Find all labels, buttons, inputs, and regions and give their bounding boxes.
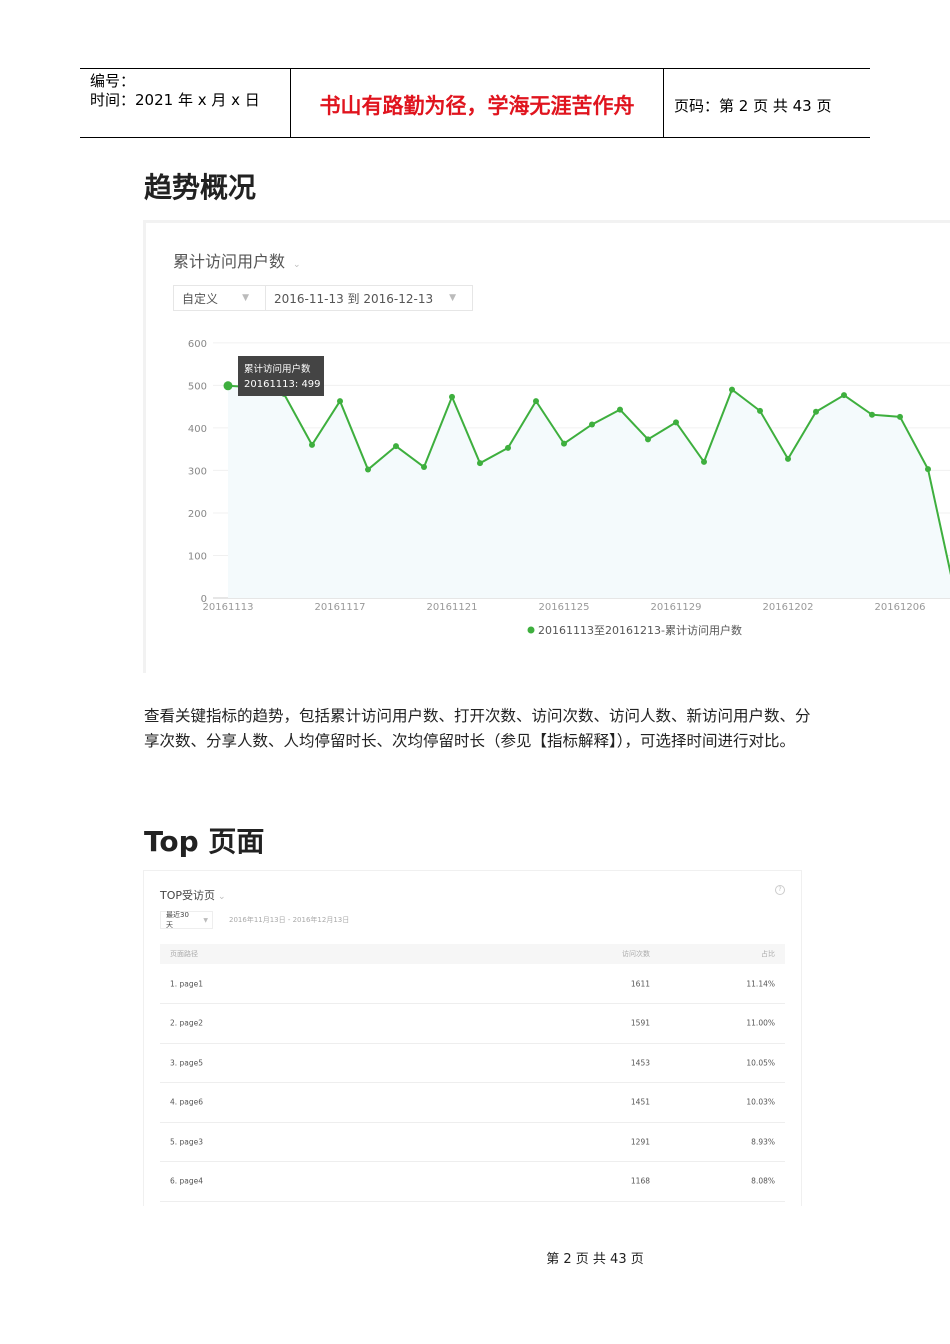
data-point bbox=[449, 393, 455, 400]
share-percent: 8.08% bbox=[751, 1176, 775, 1186]
visit-count: 1168 bbox=[630, 1176, 650, 1186]
y-tick-label: 400 bbox=[188, 424, 207, 435]
area-fill bbox=[228, 385, 950, 598]
data-point bbox=[673, 419, 679, 426]
top-pages-panel: TOP受访页 ⌄ ? 最近30天 ▼ 2016年11月13日 - 2016年12月1… bbox=[143, 870, 802, 1206]
data-point bbox=[393, 443, 399, 450]
page-footer: 第 2 页 共 43 页 bbox=[546, 1252, 644, 1267]
page-path: 6. page4 bbox=[170, 1176, 204, 1186]
motto: 书山有路勤为径，学海无涯苦作舟 bbox=[291, 69, 664, 137]
data-point bbox=[309, 441, 315, 448]
share-percent: 10.03% bbox=[746, 1097, 775, 1107]
visit-count: 1591 bbox=[630, 1018, 650, 1028]
data-point bbox=[869, 411, 875, 418]
visit-count: 1611 bbox=[630, 979, 650, 988]
table-row[interactable]: 5. page3 1291 8.93% bbox=[160, 1122, 785, 1162]
chevron-down-icon: ⌄ bbox=[218, 892, 226, 902]
y-tick-label: 300 bbox=[188, 466, 207, 477]
data-point bbox=[533, 398, 539, 405]
table-row[interactable]: 4. page6 1451 10.03% bbox=[160, 1083, 785, 1123]
visit-count: 1291 bbox=[630, 1137, 650, 1146]
data-point bbox=[589, 421, 595, 428]
top-pages-dropdown[interactable]: TOP受访页 ⌄ bbox=[160, 887, 226, 903]
data-point bbox=[813, 408, 819, 415]
caret-down-icon: ▼ bbox=[203, 916, 208, 924]
number-label: 编号： bbox=[90, 72, 136, 90]
document-page: 编号： 时间：2021 年 x 月 x 日 书山有路勤为径，学海无涯苦作舟 页码… bbox=[0, 0, 950, 1344]
table-header: 页面路径 访问次数 占比 bbox=[160, 944, 785, 964]
data-point bbox=[223, 381, 233, 391]
data-point bbox=[365, 466, 371, 473]
help-icon[interactable]: ? bbox=[775, 885, 785, 895]
x-tick-label: 20161202 bbox=[763, 602, 814, 613]
x-tick-label: 20161125 bbox=[539, 602, 590, 613]
col-visits: 访问次数 bbox=[622, 950, 650, 958]
y-tick-label: 500 bbox=[188, 381, 207, 392]
tooltip bbox=[238, 356, 324, 396]
col-share: 占比 bbox=[761, 950, 775, 958]
period-label: 最近30天 bbox=[166, 911, 189, 929]
legend-label: 20161113至20161213-累计访问用户数 bbox=[538, 623, 742, 637]
data-point bbox=[841, 392, 847, 399]
section-title-trend: 趋势概况 bbox=[144, 171, 257, 204]
tooltip-value: 20161113: 499 bbox=[244, 379, 321, 390]
data-point bbox=[729, 386, 735, 393]
data-point bbox=[561, 440, 567, 447]
page-path: 2. page2 bbox=[170, 1018, 204, 1028]
description-paragraph: 查看关键指标的趋势，包括累计访问用户数、打开次数、访问次数、访问人数、新访问用户… bbox=[144, 707, 811, 750]
table-row[interactable]: 6. page4 1168 8.08% bbox=[160, 1162, 785, 1202]
data-point bbox=[701, 458, 707, 465]
visit-count: 1451 bbox=[630, 1097, 650, 1107]
data-point bbox=[897, 413, 903, 420]
data-point bbox=[477, 460, 483, 467]
page-header: 编号： 时间：2021 年 x 月 x 日 书山有路勤为径，学海无涯苦作舟 页码… bbox=[80, 68, 870, 138]
y-tick-label: 200 bbox=[188, 509, 207, 520]
top-pages-title: TOP受访页 bbox=[160, 889, 216, 902]
share-percent: 11.14% bbox=[746, 979, 775, 988]
table-row[interactable]: 2. page2 1591 11.00% bbox=[160, 1004, 785, 1044]
share-percent: 8.93% bbox=[751, 1137, 775, 1146]
table-row[interactable]: 3. page5 1453 10.05% bbox=[160, 1043, 785, 1083]
share-percent: 10.05% bbox=[746, 1058, 775, 1067]
page-path: 4. page6 bbox=[170, 1097, 204, 1107]
col-path: 页面路径 bbox=[170, 950, 198, 958]
y-tick-label: 600 bbox=[188, 339, 207, 350]
page-path: 3. page5 bbox=[170, 1058, 204, 1067]
y-tick-label: 100 bbox=[188, 551, 207, 562]
date-range-text: 2016年11月13日 - 2016年12月13日 bbox=[229, 916, 350, 924]
data-point bbox=[617, 406, 623, 413]
page-path: 5. page3 bbox=[170, 1137, 204, 1146]
page-path: 1. page1 bbox=[170, 979, 204, 988]
data-point bbox=[925, 466, 931, 473]
x-tick-label: 20161117 bbox=[315, 602, 366, 613]
share-percent: 11.00% bbox=[746, 1018, 775, 1028]
line-chart: 010020030040050060020161113 20161117 20161… bbox=[188, 339, 950, 637]
x-tick-label: 20161121 bbox=[427, 602, 478, 613]
page-info: 页码：第 2 页 共 43 页 bbox=[674, 96, 832, 115]
date-label: 时间：2021 年 x 月 x 日 bbox=[90, 91, 260, 109]
x-tick-label: 20161206 bbox=[875, 602, 926, 613]
data-point bbox=[337, 398, 343, 405]
data-point bbox=[757, 407, 763, 414]
table-row[interactable]: 1. page1 1611 11.14% bbox=[160, 964, 785, 1004]
data-point bbox=[645, 436, 651, 443]
data-point bbox=[421, 464, 427, 471]
data-point bbox=[505, 444, 511, 451]
period-select[interactable]: 最近30天 ▼ bbox=[160, 911, 213, 929]
data-point bbox=[785, 455, 791, 462]
x-tick-label: 20161129 bbox=[651, 602, 702, 613]
section-title-top-pages: Top 页面 bbox=[144, 825, 265, 858]
tooltip-title: 累计访问用户数 bbox=[244, 363, 311, 375]
legend-marker bbox=[527, 626, 535, 634]
trend-chart-panel: 累计访问用户数 ⌄ 自定义 ▼ 2016-11-13 到 2016-12-13 ▼ 0… bbox=[143, 220, 950, 673]
header-left: 编号： 时间：2021 年 x 月 x 日 bbox=[80, 69, 291, 137]
visit-count: 1453 bbox=[630, 1058, 650, 1067]
x-tick-label: 20161113 bbox=[203, 602, 254, 613]
